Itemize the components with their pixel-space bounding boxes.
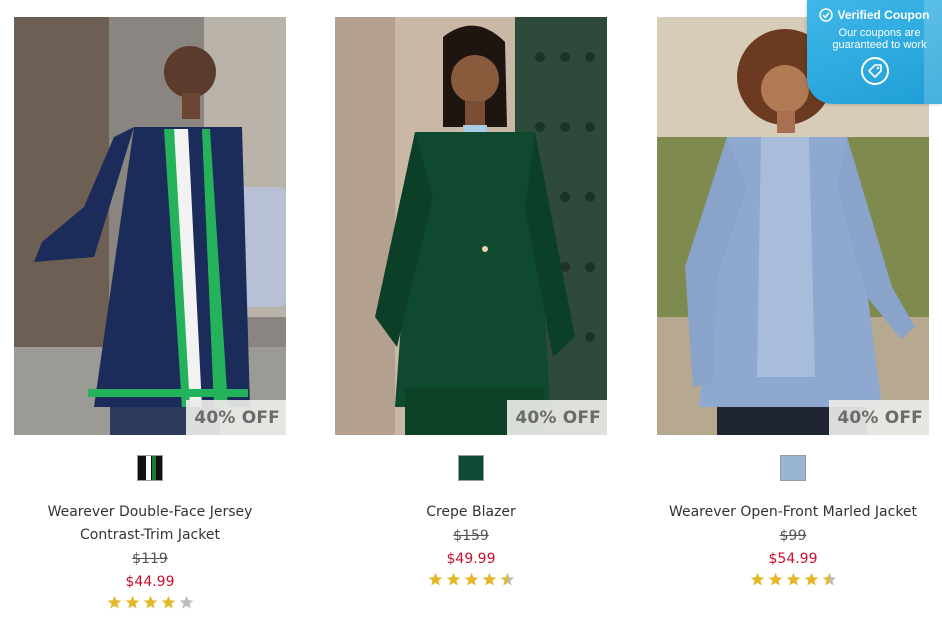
check-circle-icon	[819, 8, 834, 22]
product-info: Wearever Open-Front Marled Jacket $99 $5…	[657, 501, 929, 587]
star-icon	[428, 572, 442, 586]
star-icon	[750, 572, 764, 586]
color-swatches	[14, 435, 286, 501]
discount-badge: 40% OFF	[507, 400, 607, 435]
product-title[interactable]: Crepe Blazer	[335, 501, 607, 524]
tag-icon	[867, 64, 882, 78]
coupon-subtitle: Our coupons are guaranteed to work	[832, 27, 927, 51]
star-icon	[446, 572, 460, 586]
color-swatch[interactable]	[137, 455, 163, 481]
product-info: Wearever Double-Face Jersey Contrast-Tri…	[14, 501, 286, 610]
original-price: $99	[779, 528, 807, 544]
color-swatches	[335, 435, 607, 501]
coupon-stripe	[924, 0, 942, 104]
star-icon	[482, 572, 496, 586]
sale-price: $54.99	[768, 551, 818, 567]
star-rating[interactable]	[335, 572, 607, 587]
product-image[interactable]: 40% OFF	[14, 17, 286, 435]
star-icon	[786, 572, 800, 586]
coupon-header: Verified Coupon	[807, 8, 942, 22]
sale-price: $44.99	[125, 574, 175, 590]
product-image[interactable]: 40% OFF	[335, 17, 607, 435]
product-card: 40% OFF Wearever Double-Face Jersey Cont…	[14, 17, 286, 610]
color-swatch[interactable]	[458, 455, 484, 481]
star-icon	[768, 572, 782, 586]
star-icon	[804, 572, 818, 586]
color-swatch[interactable]	[780, 455, 806, 481]
color-swatches	[657, 435, 929, 501]
sale-price: $49.99	[446, 551, 496, 567]
discount-badge: 40% OFF	[829, 400, 929, 435]
star-icon	[464, 572, 478, 586]
verified-coupon-widget[interactable]: Verified Coupon Our coupons are guarante…	[807, 0, 942, 104]
product-photo-jersey-jacket	[14, 17, 286, 435]
star-icon	[161, 595, 175, 609]
star-icon	[125, 595, 139, 609]
product-info: Crepe Blazer $159 $49.99	[335, 501, 607, 587]
product-title[interactable]: Wearever Open-Front Marled Jacket	[657, 501, 929, 524]
star-icon	[179, 595, 193, 609]
product-grid: 40% OFF Wearever Double-Face Jersey Cont…	[0, 0, 942, 637]
discount-badge: 40% OFF	[186, 400, 286, 435]
star-icon	[143, 595, 157, 609]
star-icon	[107, 595, 121, 609]
star-icon	[822, 572, 836, 586]
star-rating[interactable]	[14, 595, 286, 610]
swatch-stripes	[138, 456, 162, 480]
product-card: 40% OFF Crepe Blazer $159 $49.99	[335, 17, 607, 587]
product-photo-crepe-blazer	[335, 17, 607, 435]
coupon-title: Verified Coupon	[837, 8, 930, 22]
original-price: $159	[453, 528, 489, 544]
star-icon	[500, 572, 514, 586]
coupon-tag-icon[interactable]	[860, 57, 889, 85]
original-price: $119	[132, 551, 168, 567]
product-title[interactable]: Wearever Double-Face Jersey Contrast-Tri…	[14, 501, 286, 547]
star-rating[interactable]	[657, 572, 929, 587]
